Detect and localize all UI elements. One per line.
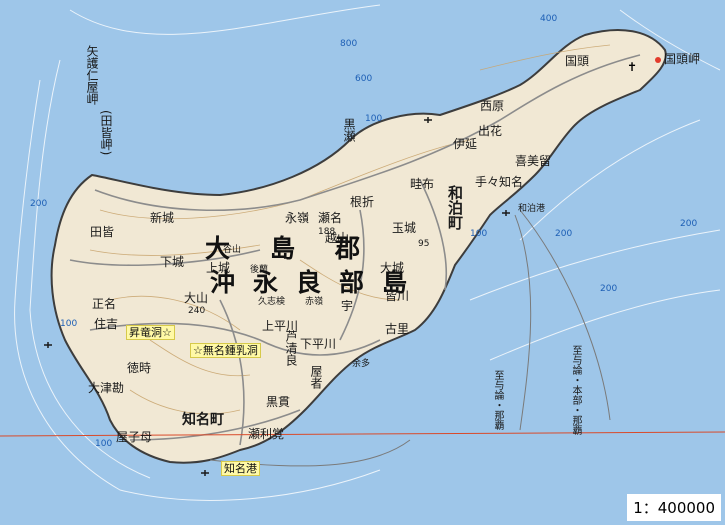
place-oyama: 大山: [184, 291, 209, 305]
depth-label: 200: [600, 284, 618, 294]
depth-label: 100: [470, 229, 488, 239]
place-tokutoki: 徳時: [127, 361, 152, 375]
place-wadomari-port: 和泊港: [518, 204, 546, 214]
place-kushiken: 久志検: [258, 297, 286, 307]
depth-label: 100: [365, 114, 383, 124]
place-furusato: 古里: [385, 322, 410, 336]
place-tamina: 田皆: [90, 225, 115, 239]
place-yajya: 屋者: [309, 365, 323, 389]
lighthouse-icon: ✝: [627, 60, 638, 74]
place-masana: 正名: [92, 297, 117, 311]
place-teteshina: 手々知名: [475, 175, 524, 189]
height-label: 188: [318, 227, 336, 237]
route-label: 至与論・本部・那覇: [570, 345, 581, 435]
depth-label: 100: [60, 319, 78, 329]
map-stage: 800 600 400 200 200 100 100 100 100 200 …: [0, 0, 725, 525]
place-sumiyoshi: 住吉: [94, 317, 119, 331]
height-label: 95: [418, 239, 430, 249]
cape-sub-label: (田皆岬): [99, 110, 113, 156]
place-nagamine: 永嶺: [285, 211, 310, 225]
place-kamishiro: 上城: [206, 261, 231, 275]
place-seshiki: 芦清良: [284, 330, 298, 366]
place-kunigami-misaki: 国頭岬: [664, 52, 701, 66]
place-taniyama: 谷山: [223, 245, 242, 255]
scale-bar: 1：400000: [627, 494, 721, 521]
place-minagawa: 皆川: [385, 289, 410, 303]
route-label: 至与論・那覇: [492, 370, 503, 430]
place-kuronuki: 黒貫: [266, 395, 291, 409]
place-yoda: 余多: [352, 359, 371, 369]
cave-shoryudo[interactable]: 昇竜洞☆: [126, 325, 175, 340]
depth-label: 200: [680, 219, 698, 229]
place-kunigami: 国頭: [565, 54, 590, 68]
place-sena: 瀬名: [318, 211, 343, 225]
depth-label: 200: [30, 199, 48, 209]
depth-label: 600: [355, 74, 373, 84]
port-china[interactable]: 知名港: [221, 461, 260, 476]
place-tamashiro: 玉城: [392, 221, 417, 235]
depth-label: 400: [540, 14, 558, 24]
sea-label: 黒瀬: [342, 118, 356, 142]
cape-label: 矢護仁屋岬: [85, 45, 99, 105]
town-label-wadomari: 和泊町: [446, 185, 464, 230]
place-shinjo: 新城: [150, 211, 175, 225]
town-label-china: 知名町: [182, 412, 224, 428]
place-yakomo: 屋子母: [116, 430, 153, 444]
place-azefu: 畦布: [410, 177, 435, 191]
depth-label: 800: [340, 39, 358, 49]
depth-label: 200: [555, 229, 573, 239]
place-akamine: 赤嶺: [305, 297, 324, 307]
place-neori: 根折: [350, 195, 375, 209]
place-kamihirakawa: 上平川: [262, 319, 299, 333]
place-oshiro: 大城: [380, 261, 405, 275]
depth-label: 100: [95, 439, 113, 449]
place-shimoshiro: 下城: [160, 255, 185, 269]
place-otsukan: 大津勘: [88, 381, 125, 395]
place-u: 宇: [341, 299, 354, 313]
place-serikaku: 瀬利覚: [248, 427, 285, 441]
place-kibiru: 喜美留: [515, 154, 552, 168]
place-nishibaru: 西原: [480, 99, 505, 113]
place-goran: 後蘭: [250, 265, 269, 275]
place-dehana: 出花: [478, 124, 503, 138]
height-label: 240: [188, 306, 206, 316]
cave-unnamed[interactable]: ☆無名鍾乳洞: [190, 343, 261, 358]
place-shimohirakawa: 下平川: [300, 337, 337, 351]
place-ien: 伊延: [453, 137, 478, 151]
